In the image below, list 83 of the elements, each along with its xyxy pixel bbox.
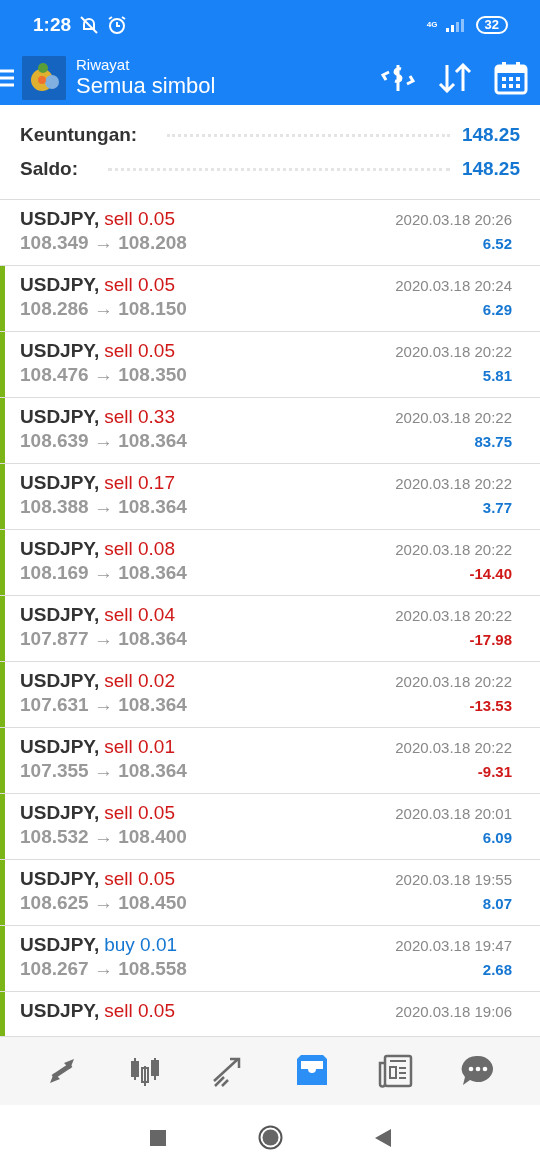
deal-profit: 2.68 (481, 960, 512, 978)
deal-time: 2020.03.18 20:22 (395, 474, 512, 492)
deal-symbol: USDJPY, (20, 340, 100, 362)
deal-prices: 108.169 → 108.364 (20, 562, 188, 584)
deal-prices: 108.532 → 108.400 (20, 826, 188, 848)
deal-time: 2020.03.18 19:55 (395, 870, 512, 888)
deal-time: 2020.03.18 20:24 (395, 276, 512, 294)
calendar-icon[interactable] (494, 60, 528, 95)
deal-order: sell 0.02 (104, 670, 175, 692)
symbol-filter[interactable]: Semua simbol (76, 73, 380, 99)
deal-symbol: USDJPY, (20, 1000, 100, 1022)
deal-order: sell 0.05 (104, 1000, 175, 1022)
screen-title: Riwayat (76, 56, 131, 73)
deal-order: sell 0.05 (104, 340, 175, 362)
newspaper-icon[interactable] (376, 1053, 413, 1089)
deal-order: sell 0.05 (104, 868, 175, 890)
deal-symbol: USDJPY, (20, 868, 100, 890)
deal-prices: 107.631 → 108.364 (20, 694, 188, 716)
deal-order: sell 0.08 (104, 538, 175, 560)
deal-profit: -9.31 (476, 762, 512, 780)
deal-prices: 107.355 → 108.364 (20, 760, 188, 782)
app-logo-icon (22, 55, 66, 100)
deal-profit: 6.09 (481, 828, 512, 846)
deal-symbol: USDJPY, (20, 934, 100, 956)
deal-symbol: USDJPY, (20, 208, 100, 230)
deal-prices: 108.286 → 108.150 (20, 298, 188, 320)
deal-prices: 108.388 → 108.364 (20, 496, 188, 518)
deal-order: sell 0.01 (104, 736, 175, 758)
deal-symbol: USDJPY, (20, 670, 100, 692)
deal-symbol: USDJPY, (20, 538, 100, 560)
deal-profit: 3.77 (481, 498, 512, 516)
deal-time: 2020.03.18 20:26 (395, 210, 512, 228)
deal-symbol: USDJPY, (20, 802, 100, 824)
deal-profit: 8.07 (481, 894, 512, 912)
deal-symbol: USDJPY, (20, 604, 100, 626)
summary-label: Saldo: (20, 158, 79, 180)
clock: 1:28 (33, 14, 72, 36)
deal-prices: 108.267 → 108.558 (20, 958, 188, 980)
deal-time: 2020.03.18 20:01 (395, 804, 512, 822)
deal-time: 2020.03.18 19:47 (395, 936, 512, 954)
summary-value: 148.25 (461, 158, 520, 180)
deal-order: sell 0.05 (104, 208, 175, 230)
deal-time: 2020.03.18 20:22 (395, 408, 512, 426)
back-icon[interactable] (374, 1128, 391, 1147)
network-type: 4G (426, 21, 438, 29)
deal-symbol: USDJPY, (20, 274, 100, 296)
deal-time: 2020.03.18 20:22 (395, 540, 512, 558)
deal-prices: 108.639 → 108.364 (20, 430, 188, 452)
deal-profit: -17.98 (468, 630, 512, 648)
summary-value: 148.25 (461, 124, 520, 146)
deal-time: 2020.03.18 20:22 (395, 342, 512, 360)
deal-profit: -13.53 (468, 696, 512, 714)
deal-profit: -14.40 (468, 564, 512, 582)
summary-label: Keuntungan: (20, 124, 138, 146)
deal-time: 2020.03.18 20:22 (395, 672, 512, 690)
deal-order: sell 0.04 (104, 604, 175, 626)
deal-time: 2020.03.18 19:06 (395, 1002, 512, 1020)
deal-profit: 6.29 (481, 300, 512, 318)
deal-prices: 108.625 → 108.450 (20, 892, 188, 914)
deal-time: 2020.03.18 20:22 (395, 738, 512, 756)
deal-profit: 83.75 (473, 432, 512, 450)
home-icon[interactable] (257, 1125, 283, 1150)
deal-symbol: USDJPY, (20, 736, 100, 758)
muted-bell-icon (79, 15, 100, 35)
deal-profit: 5.81 (481, 366, 512, 384)
deal-time: 2020.03.18 20:22 (395, 606, 512, 624)
deal-order: sell 0.05 (104, 274, 175, 296)
sort-icon[interactable] (438, 62, 472, 93)
deal-order: buy 0.01 (104, 934, 178, 956)
battery-level: 32 (475, 16, 508, 34)
alarm-icon (107, 15, 128, 35)
deal-symbol: USDJPY, (20, 472, 100, 494)
deal-order: sell 0.05 (104, 802, 175, 824)
menu-icon[interactable] (0, 67, 14, 88)
deal-profit: 6.52 (481, 234, 512, 252)
deal-prices: 107.877 → 108.364 (20, 628, 188, 650)
deal-prices: 108.476 → 108.350 (20, 364, 188, 386)
recents-icon[interactable] (149, 1129, 166, 1146)
deal-order: sell 0.33 (104, 406, 175, 428)
currency-exchange-icon[interactable] (380, 62, 416, 93)
deal-prices: 108.349 → 108.208 (20, 232, 188, 254)
deal-order: sell 0.17 (104, 472, 175, 494)
deal-symbol: USDJPY, (20, 406, 100, 428)
